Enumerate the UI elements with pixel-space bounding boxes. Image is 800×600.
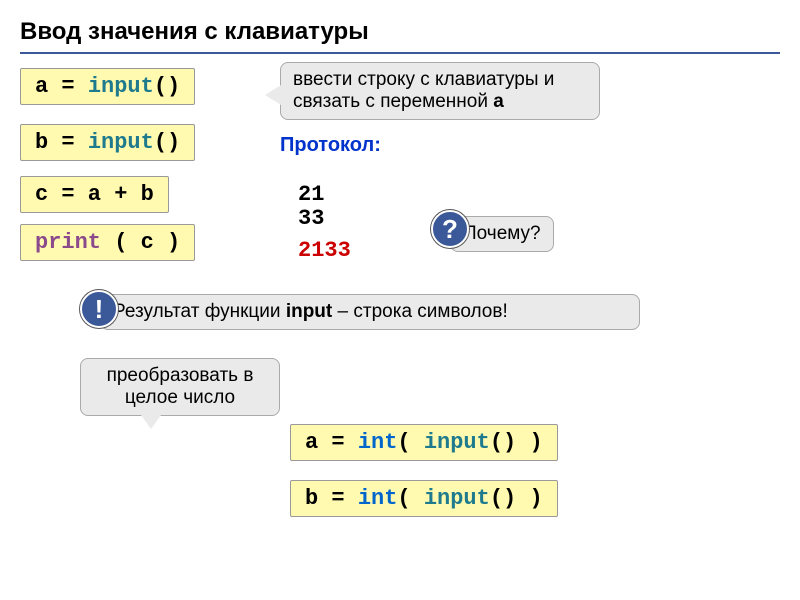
code-c-sum: c = a + b [20,176,169,213]
code-text: a = [35,74,88,99]
callout-result: Результат функции input – строка символо… [100,294,640,330]
code-text: ( [397,486,423,511]
badge-text: ! [95,294,104,325]
keyword-input: input [424,430,490,455]
keyword-input: input [88,130,154,155]
protocol-value-2: 33 [298,206,324,231]
exclaim-badge: ! [80,290,118,328]
code-b-input: b = input() [20,124,195,161]
code-text: () [154,130,180,155]
code-text: () ) [490,430,543,455]
callout-var: a [493,91,504,112]
keyword-input: input [88,74,154,99]
callout-enter-string: ввести строку с клавиатуры и связать с п… [280,62,600,120]
callout-text: Почему? [463,223,541,244]
code-a-int-input: a = int( input() ) [290,424,558,461]
code-print: print ( c ) [20,224,195,261]
keyword-input: input [424,486,490,511]
callout-text: Результат функции [113,301,286,322]
keyword-int: int [358,486,398,511]
code-text: c = a + b [35,182,154,207]
code-text: b = [35,130,88,155]
keyword-int: int [358,430,398,455]
question-badge: ? [431,210,469,248]
keyword-input: input [286,301,332,322]
code-text: ( [397,430,423,455]
callout-text: преобразовать в целое число [107,365,254,408]
callout-text: – строка символов! [332,301,507,322]
code-a-input: a = input() [20,68,195,105]
page-title: Ввод значения с клавиатуры [20,18,780,54]
code-text: ( c ) [101,230,180,255]
callout-text: ввести строку с клавиатуры и связать с п… [293,69,554,112]
badge-text: ? [442,214,458,245]
protocol-value-3: 2133 [298,238,351,263]
protocol-label: Протокол: [280,134,381,157]
code-text: () ) [490,486,543,511]
code-b-int-input: b = int( input() ) [290,480,558,517]
code-text: b = [305,486,358,511]
code-text: () [154,74,180,99]
keyword-print: print [35,230,101,255]
callout-convert: преобразовать в целое число [80,358,280,416]
code-text: a = [305,430,358,455]
protocol-value-1: 21 [298,182,324,207]
